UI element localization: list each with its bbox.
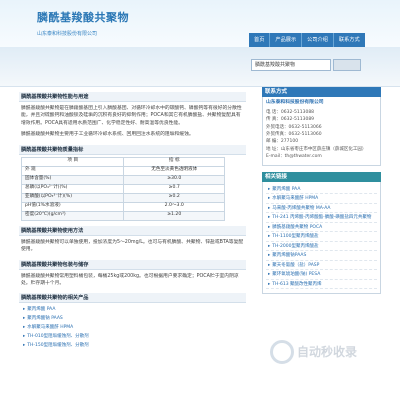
contact-trade-phone: 外贸电话：0632-5113066 [266, 124, 322, 130]
side-link[interactable]: 聚丙烯酸 PAA [266, 185, 377, 195]
side-link[interactable]: 马来酸-丙烯酸共聚物 MA-AA [266, 204, 377, 214]
side-link[interactable]: TH-2000型聚丙烯酸盐 [266, 242, 377, 252]
spec-item: 总磷(以PO₄³⁻计)(%) [20, 183, 125, 194]
site-header: 膦酰基羧酸共聚物 山东泰和科技股份有限公司 首页 产品展示 公司介绍 联系方式 [0, 0, 400, 47]
watermark-logo-icon [270, 340, 294, 364]
site-title[interactable]: 膦酰基羧酸共聚物 [37, 10, 129, 25]
watermark: 自动秒收录 [270, 338, 382, 366]
section-title-method: 膦酰基羧酸共聚物使用方法 [19, 225, 246, 236]
section-title-related: 膦酰基羧酸共聚物的相关产品 [19, 293, 246, 304]
spec-value: 2.0～3.0 [123, 201, 225, 212]
contact-postcode: 邮 编：277100 [266, 139, 299, 145]
spec-item: 外 观 [20, 165, 125, 176]
side-link[interactable]: 聚环氧琥珀酸(钠) PESA [266, 270, 377, 280]
contact-box: 山东泰和科技股份有限公司 电 话：0632-5113088 传 真：0632-5… [262, 97, 381, 166]
links-box: 聚丙烯酸 PAA 水解聚马来酸酐 HPMA 马来酸-丙烯酸共聚物 MA-AA T… [262, 181, 381, 295]
spec-table: 项 目 指 标 外 观 无色至淡黄色透明液体 固体含量(%) ≥30.0 总磷(… [20, 156, 225, 221]
method-text: 膦酰基羧酸共聚物可以单独使用，投加浓度为5～20mg/L。也可与有机膦酸、共聚物… [21, 239, 244, 253]
nav-item-contact[interactable]: 联系方式 [332, 33, 365, 47]
side-link[interactable]: 聚天冬氨酸（盐）PASP [266, 261, 377, 271]
related-product-link[interactable]: 聚丙烯酸 PAA [21, 305, 244, 314]
spec-item: pH值(1%水溶液) [20, 201, 125, 212]
table-row: 总磷(以PO₄³⁻计)(%) ≥0.7 [20, 183, 225, 194]
usage-text: 膦酰基羧酸共聚物是在膦羧酸基团上引入膦酸基团、对循环冷却水中的碳酸钙、磷酸钙等有… [21, 106, 242, 126]
contact-heading: 联系方式 [262, 87, 381, 97]
related-product-link[interactable]: 聚丙烯酸钠 PAAS [21, 314, 244, 323]
table-row: 密度(20℃)(g/cm³) ≥1.20 [20, 210, 225, 221]
side-link[interactable]: TH-1100型聚丙烯酸盐 [266, 232, 377, 242]
table-row: 外 观 无色至淡黄色透明液体 [20, 165, 225, 176]
nav-item-products[interactable]: 产品展示 [269, 33, 302, 47]
nav-item-about[interactable]: 公司介绍 [301, 33, 333, 47]
package-text: 膦酰基羧酸共聚物常用塑料桶包装，每桶25kg或200kg。也可根据用户要求确定；… [21, 273, 239, 286]
watermark-text: 自动秒收录 [297, 344, 358, 359]
search-button[interactable] [333, 59, 361, 71]
spec-value: ≥30.0 [123, 174, 225, 185]
spec-value: ≥0.7 [123, 183, 225, 194]
site-subtitle: 山东泰和科技股份有限公司 [37, 31, 98, 37]
spec-header-value: 指 标 [123, 156, 225, 167]
spec-value: 无色至淡黄色透明液体 [123, 165, 225, 176]
spec-item: 亚磷酸(以PO₃³⁻计)(%) [20, 192, 125, 203]
related-product-link[interactable]: 水解聚马来酸酐 HPMA [21, 323, 244, 332]
related-product-link[interactable]: TH-150型阻垢缓蚀剂、分散剂 [21, 341, 244, 350]
side-link[interactable]: TH-241 丙烯酸-丙烯酸酯-膦酸-磺酸盐四元共聚物 [266, 213, 377, 223]
spec-header-item: 项 目 [20, 156, 125, 167]
side-link[interactable]: 膦酰基羧酸共聚物 POCA [266, 223, 377, 233]
related-product-link[interactable]: TH-010型阻垢缓蚀剂、分散剂 [21, 332, 244, 341]
contact-fax: 传 真：0632-5113089 [266, 117, 315, 123]
sidebar: 联系方式 山东泰和科技股份有限公司 电 话：0632-5113088 传 真：0… [262, 87, 381, 295]
contact-email[interactable]: E-mail：th@thwater.com [266, 153, 377, 160]
company-name: 山东泰和科技股份有限公司 [266, 100, 324, 105]
spec-value: ≥1.20 [123, 210, 225, 221]
section-title-spec: 膦酰基羧酸共聚物质量指标 [19, 144, 246, 155]
side-link[interactable]: TH-613 聚醚改性聚丙烯 [266, 280, 377, 290]
spec-item: 固体含量(%) [20, 174, 125, 185]
nav-item-home[interactable]: 首页 [249, 33, 270, 47]
contact-trade-fax: 外贸传真：0632-5113060 [266, 131, 322, 137]
table-row: pH值(1%水溶液) 2.0～3.0 [20, 201, 225, 212]
contact-phone: 电 话：0632-5113088 [266, 109, 315, 115]
section-title-package: 膦酰基羧酸共聚物包装与储存 [19, 259, 246, 270]
table-row: 亚磷酸(以PO₃³⁻计)(%) ≥0.2 [20, 192, 225, 203]
side-link[interactable]: 水解聚马来酸酐 HPMA [266, 194, 377, 204]
table-row: 固体含量(%) ≥30.0 [20, 174, 225, 185]
usage-text-2: 膦酰基羧酸共聚物主要用于工业循环冷却水系统、回用回注水系统的阻垢和缓蚀。 [21, 132, 194, 138]
spec-value: ≥0.2 [123, 192, 225, 203]
spec-item: 密度(20℃)(g/cm³) [20, 210, 125, 221]
contact-address: 地 址：山东省枣庄市中区薛庄镇（薛城区化工园） [266, 146, 367, 152]
links-heading: 相关链接 [262, 171, 381, 182]
section-title-usage: 膦酰基羧酸共聚物性能与用途 [19, 92, 246, 102]
side-link[interactable]: 聚丙烯酸钠PAAS [266, 251, 377, 261]
related-products-list: 聚丙烯酸 PAA 聚丙烯酸钠 PAAS 水解聚马来酸酐 HPMA TH-010型… [19, 303, 246, 352]
main-nav: 首页 产品展示 公司介绍 联系方式 [249, 33, 365, 47]
search-input[interactable]: 膦酰基羧酸共聚物 [251, 59, 331, 71]
main-content: 膦酰基羧酸共聚物性能与用途 膦酰基羧酸共聚物是在膦羧酸基团上引入膦酸基团、对循环… [19, 87, 246, 352]
